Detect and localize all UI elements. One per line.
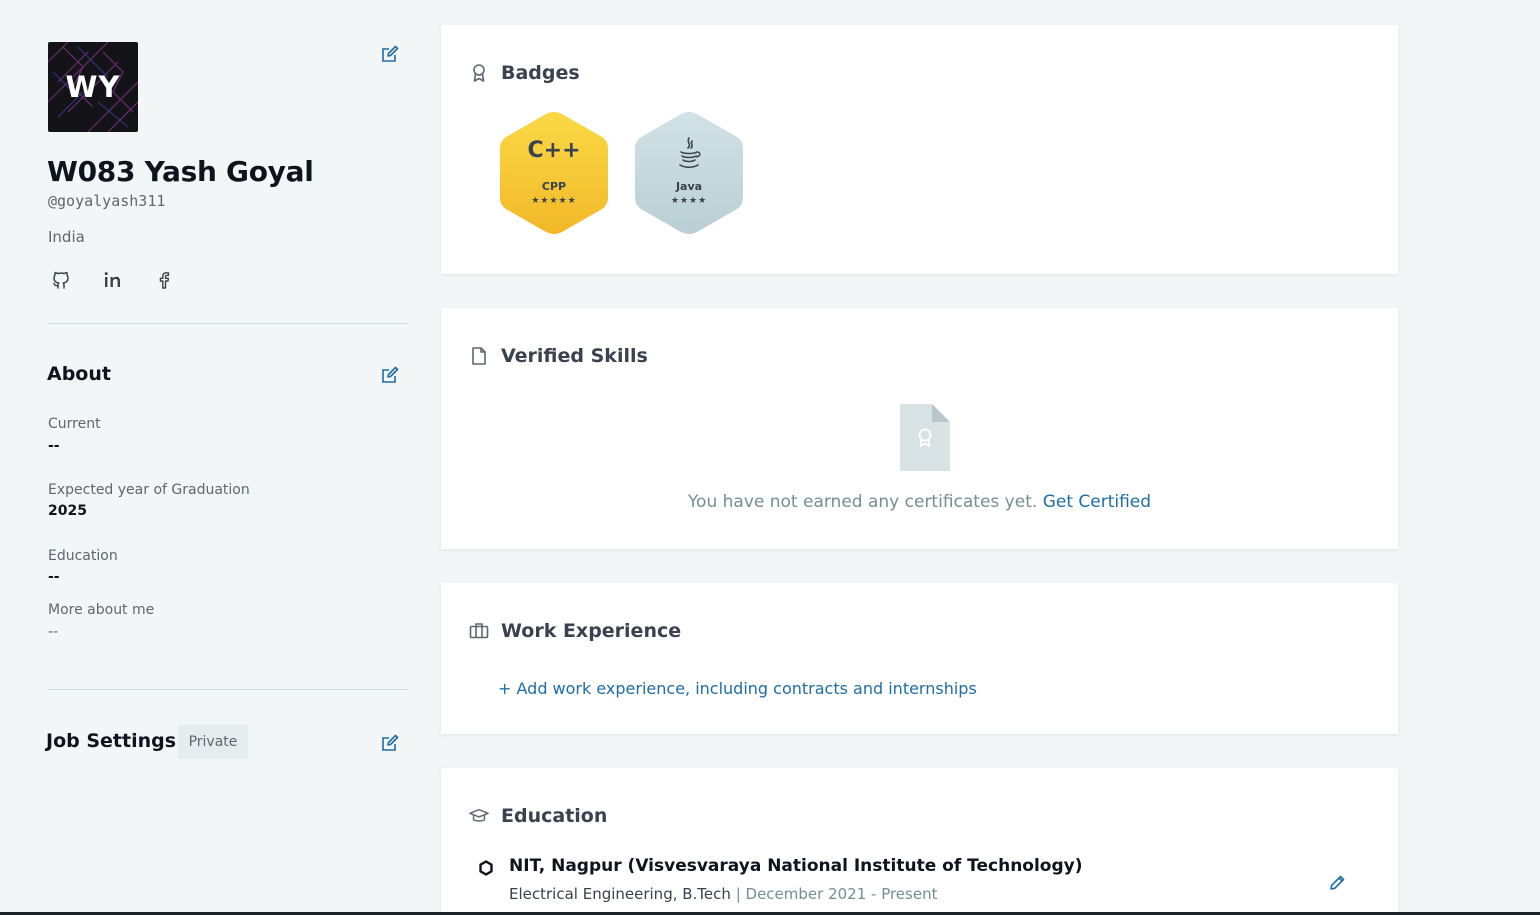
- about-education-value: --: [48, 569, 60, 585]
- facebook-link[interactable]: [150, 266, 178, 294]
- edit-profile-button[interactable]: [380, 44, 400, 64]
- education-title: Education: [501, 805, 608, 827]
- avatar: WY: [48, 42, 138, 132]
- no-certificates-text: You have not earned any certificates yet…: [687, 492, 1038, 512]
- sidebar-divider: [47, 323, 408, 324]
- hexagon-shape: [635, 112, 743, 234]
- job-settings-title: Job Settings: [46, 730, 177, 752]
- work-experience-card: Work Experience + Add work experience, i…: [441, 583, 1398, 734]
- badge-name: Java: [675, 180, 703, 193]
- education-institution: NIT, Nagpur (Visvesvaraya National Insti…: [509, 856, 1083, 876]
- education-separator: |: [735, 885, 746, 903]
- badge-cpp[interactable]: C++ CPP ★★★★★: [498, 110, 610, 236]
- briefcase-icon: [469, 620, 489, 642]
- badge-java[interactable]: Java ★★★★: [633, 110, 745, 236]
- profile-handle: @goyalyash311: [48, 192, 166, 210]
- badge-stars: ★★★★★: [531, 196, 577, 206]
- edit-icon: [382, 734, 399, 751]
- ribbon-icon: [469, 62, 489, 84]
- linkedin-icon: [104, 272, 120, 287]
- about-education-label: Education: [48, 548, 118, 564]
- get-certified-link[interactable]: Get Certified: [1043, 492, 1151, 512]
- about-more-value: --: [48, 624, 59, 640]
- facebook-icon: [159, 272, 170, 289]
- about-current-label: Current: [48, 416, 101, 432]
- verified-skills-title: Verified Skills: [501, 345, 648, 367]
- badges-title: Badges: [501, 62, 580, 84]
- about-more-label: More about me: [48, 602, 155, 618]
- education-details: Electrical Engineering, B.Tech | Decembe…: [509, 885, 937, 903]
- edit-about-button[interactable]: [380, 365, 400, 385]
- verified-skills-header: Verified Skills: [469, 345, 648, 367]
- about-title: About: [47, 363, 111, 385]
- edit-education-button[interactable]: [1327, 873, 1347, 893]
- graduation-cap-icon: [469, 805, 489, 827]
- about-graduation-label: Expected year of Graduation: [48, 482, 250, 498]
- edit-job-settings-button[interactable]: [380, 733, 400, 753]
- institution-hexagon-icon: [479, 860, 493, 876]
- verified-skills-card: Verified Skills You have not earned any …: [441, 308, 1398, 549]
- badge-stars: ★★★★: [670, 196, 708, 206]
- work-experience-header: Work Experience: [469, 620, 681, 642]
- work-experience-title: Work Experience: [501, 620, 682, 642]
- profile-country: India: [48, 228, 85, 246]
- education-degree: Electrical Engineering, B.Tech: [509, 885, 731, 903]
- certificate-placeholder-icon: [900, 404, 950, 471]
- education-header: Education: [469, 805, 607, 827]
- badges-card: Badges C++ CPP ★★★★★ Java ★★★★: [441, 25, 1398, 274]
- github-icon: [53, 271, 69, 289]
- edit-icon: [382, 366, 399, 383]
- badges-header: Badges: [469, 62, 580, 84]
- education-period: December 2021 - Present: [745, 885, 938, 903]
- education-card: Education NIT, Nagpur (Visvesvaraya Nati…: [441, 768, 1398, 915]
- no-certificates-message: You have not earned any certificates yet…: [441, 492, 1398, 512]
- java-icon: [679, 137, 701, 169]
- github-link[interactable]: [47, 266, 75, 294]
- add-work-experience-link[interactable]: + Add work experience, including contrac…: [498, 679, 977, 698]
- edit-icon: [382, 45, 399, 62]
- about-current-value: --: [48, 438, 60, 454]
- linkedin-link[interactable]: [99, 266, 127, 294]
- sidebar-divider: [47, 689, 408, 690]
- avatar-initials: WY: [65, 70, 121, 104]
- job-visibility-badge: Private: [178, 725, 248, 759]
- about-graduation-value: 2025: [48, 503, 87, 519]
- hexagon-shape: [500, 112, 608, 234]
- profile-name: W083 Yash Goyal: [47, 155, 314, 188]
- document-icon: [469, 345, 489, 367]
- cpp-icon: C++: [527, 138, 581, 163]
- badge-name: CPP: [541, 180, 567, 193]
- pencil-icon: [1330, 875, 1345, 890]
